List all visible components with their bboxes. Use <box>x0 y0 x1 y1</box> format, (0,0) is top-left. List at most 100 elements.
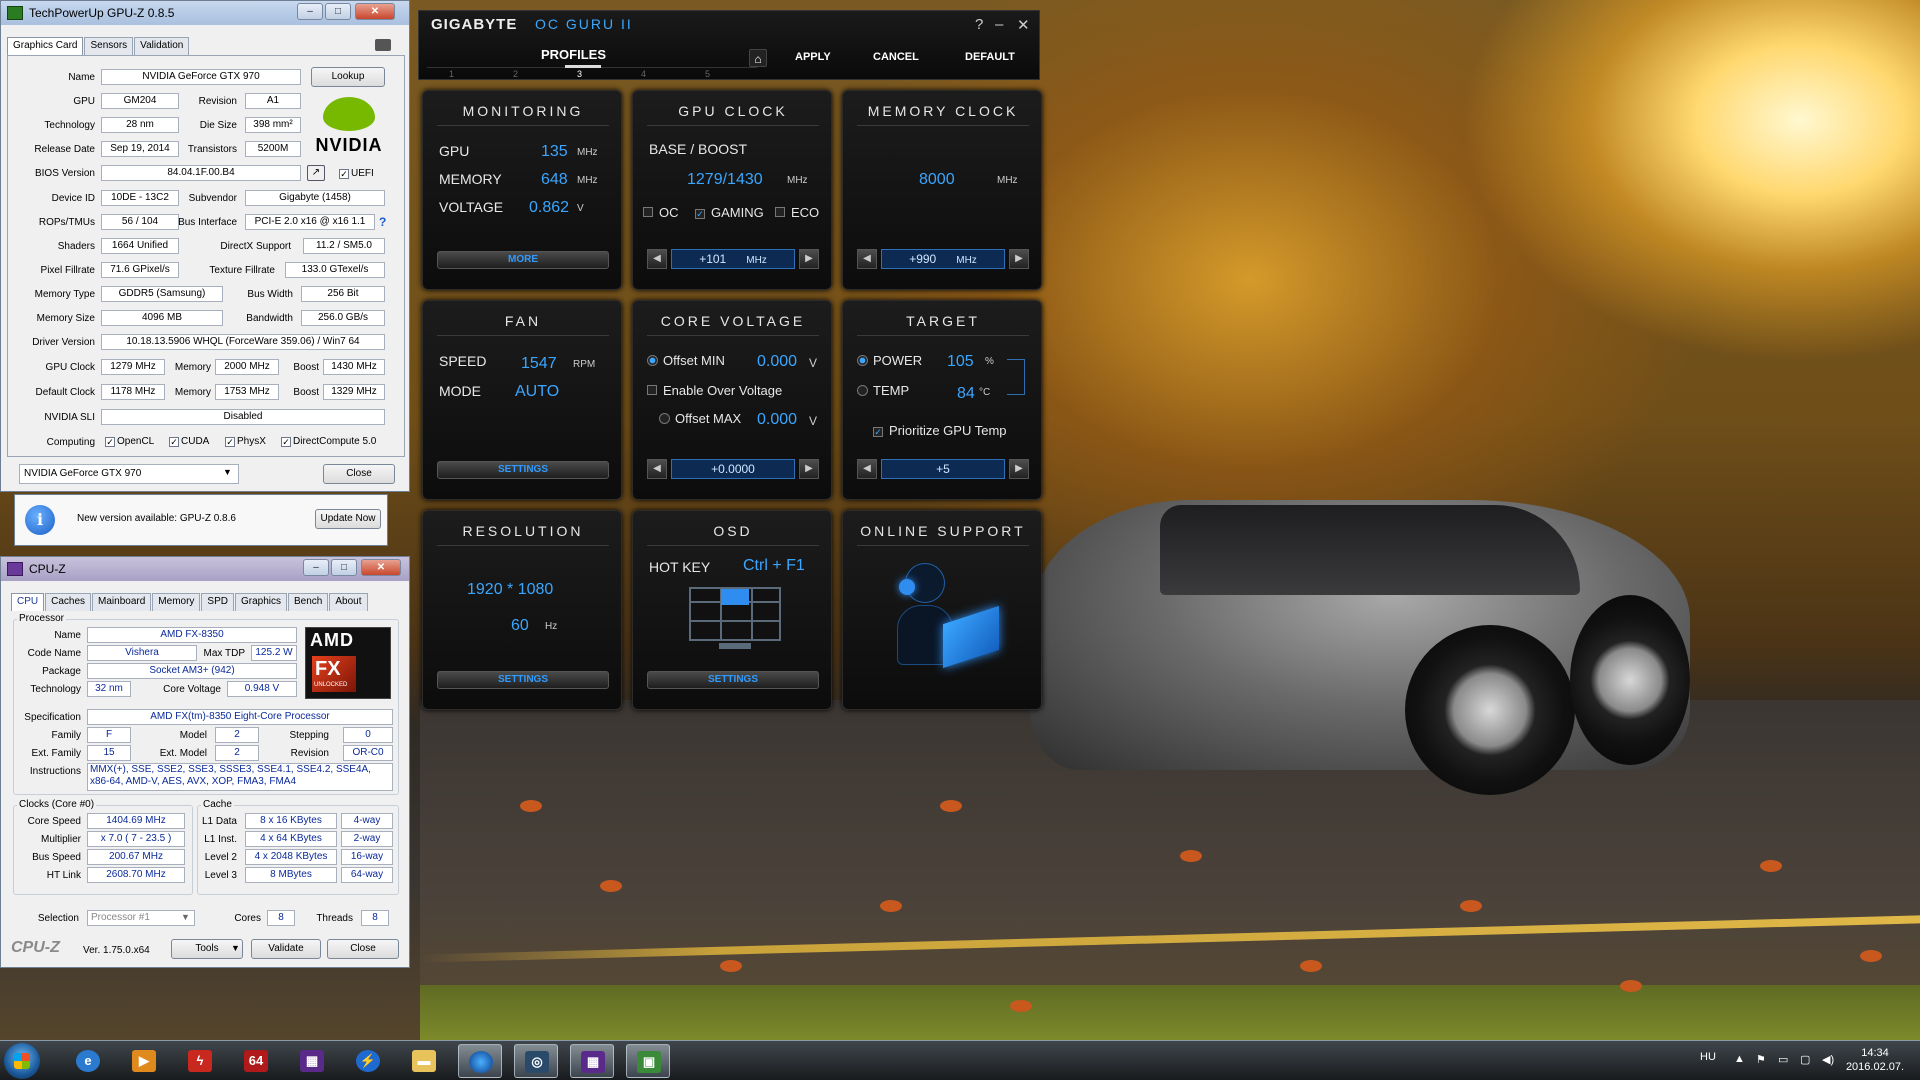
cpuz-titlebar[interactable]: CPU-Z – □ ✕ <box>1 557 409 581</box>
network-icon[interactable]: ▭ <box>1778 1053 1788 1066</box>
minimize-button[interactable]: – <box>303 559 329 576</box>
maximize-button[interactable]: □ <box>331 559 357 576</box>
gpuz-titlebar[interactable]: TechPowerUp GPU-Z 0.8.5 – □ ✕ <box>1 1 409 25</box>
offset-max-radio[interactable]: Offset MAX <box>659 411 741 426</box>
profile-5-button[interactable]: 5 <box>705 69 710 79</box>
gpuz-close-button[interactable]: Close <box>323 464 395 484</box>
bus-speed-value: 200.67 MHz <box>87 849 185 865</box>
power-target-radio[interactable]: POWER <box>857 353 922 368</box>
link-bracket-icon[interactable] <box>1007 359 1025 395</box>
temp-target-radio[interactable]: TEMP <box>857 383 909 398</box>
system-clock[interactable]: 14:34 2016.02.07. <box>1840 1046 1910 1074</box>
update-now-button[interactable]: Update Now <box>315 509 381 529</box>
chevron-down-icon[interactable]: ▼ <box>181 912 190 922</box>
taskbar-aida64[interactable]: 64 <box>234 1044 278 1078</box>
osd-settings-button[interactable]: SETTINGS <box>647 671 819 689</box>
minimize-button[interactable]: – <box>995 16 1003 33</box>
target-spinner-value[interactable]: +5 <box>881 459 1005 479</box>
cancel-button[interactable]: CANCEL <box>873 51 919 63</box>
processor-group-title: Processor <box>17 613 67 624</box>
tab-validation[interactable]: Validation <box>134 37 190 55</box>
show-hidden-icons-icon[interactable]: ▲ <box>1734 1053 1745 1065</box>
action-center-flag-icon[interactable]: ⚑ <box>1756 1053 1766 1066</box>
tab-mainboard[interactable]: Mainboard <box>92 593 152 611</box>
help-button[interactable]: ? <box>975 16 983 33</box>
taskbar-ocguru[interactable] <box>458 1044 502 1078</box>
gpu-clock-offset-value[interactable]: +101 MHz <box>671 249 795 269</box>
tab-memory[interactable]: Memory <box>152 593 201 611</box>
oc-mode-checkbox[interactable]: OC <box>643 205 679 220</box>
tab-cpu[interactable]: CPU <box>11 593 45 611</box>
fx-text: FX <box>315 658 341 680</box>
share-icon[interactable]: ↗ <box>307 165 325 181</box>
tab-about[interactable]: About <box>329 593 368 611</box>
chevron-down-icon[interactable]: ▼ <box>223 467 232 477</box>
taskbar-cpuz[interactable]: ▦ <box>290 1044 334 1078</box>
selection-dropdown[interactable]: Processor #1 <box>87 910 195 926</box>
tab-caches[interactable]: Caches <box>45 593 92 611</box>
decrease-arrow-icon[interactable]: ◀ <box>857 249 877 269</box>
wallpaper-leaf <box>1300 960 1322 972</box>
increase-arrow-icon[interactable]: ▶ <box>1009 249 1029 269</box>
taskbar-explorer[interactable]: ▬ <box>402 1044 446 1078</box>
fan-settings-button[interactable]: SETTINGS <box>437 461 609 479</box>
maximize-button[interactable]: □ <box>325 3 351 20</box>
taskbar-gpuz[interactable]: ◎ <box>514 1044 558 1078</box>
core-voltage-spinner-value[interactable]: +0.0000 <box>671 459 795 479</box>
decrease-arrow-icon[interactable]: ◀ <box>647 459 667 479</box>
validate-button[interactable]: Validate <box>251 939 321 959</box>
profile-4-button[interactable]: 4 <box>641 69 646 79</box>
online-support-panel[interactable]: ONLINE SUPPORT <box>842 510 1042 710</box>
resolution-settings-button[interactable]: SETTINGS <box>437 671 609 689</box>
taskbar-cpuz-window[interactable]: ▦ <box>570 1044 614 1078</box>
uefi-checkbox[interactable]: ✓ UEFI <box>339 168 374 179</box>
close-button[interactable]: ✕ <box>1017 16 1030 34</box>
bus-help-icon[interactable]: ? <box>379 215 386 229</box>
amd-wordmark: AMD <box>310 630 354 650</box>
language-indicator[interactable]: HU <box>1700 1051 1716 1063</box>
tab-graphics[interactable]: Graphics <box>234 593 287 611</box>
increase-arrow-icon[interactable]: ▶ <box>799 249 819 269</box>
more-button[interactable]: MORE <box>437 251 609 269</box>
apply-button[interactable]: APPLY <box>795 51 831 63</box>
taskbar-ie[interactable]: e <box>66 1044 110 1078</box>
profiles-label: PROFILES <box>541 47 607 62</box>
tools-chevron-icon[interactable]: ▼ <box>231 943 240 953</box>
minimize-button[interactable]: – <box>297 3 323 20</box>
memory-clock-offset-value[interactable]: +990 MHz <box>881 249 1005 269</box>
profile-1-button[interactable]: 1 <box>449 69 454 79</box>
oc-guru-header[interactable]: GIGABYTE OC GURU II ? – ✕ PROFILES 1 2 3… <box>418 10 1040 80</box>
increase-arrow-icon[interactable]: ▶ <box>1009 459 1029 479</box>
decrease-arrow-icon[interactable]: ◀ <box>647 249 667 269</box>
camera-icon[interactable] <box>375 39 391 51</box>
gaming-mode-checkbox[interactable]: ✓ GAMING <box>695 205 764 220</box>
increase-arrow-icon[interactable]: ▶ <box>799 459 819 479</box>
prioritize-gpu-temp-checkbox[interactable]: ✓ Prioritize GPU Temp <box>873 423 1007 438</box>
tab-sensors[interactable]: Sensors <box>84 37 134 55</box>
volume-icon[interactable]: ◀) <box>1822 1053 1834 1066</box>
taskbar-app-bolt[interactable]: ⚡ <box>346 1044 390 1078</box>
display-icon[interactable]: ▢ <box>1800 1053 1810 1066</box>
profile-3-button[interactable]: 3 <box>577 69 582 79</box>
fan-speed-label: SPEED <box>439 353 487 369</box>
card-select-dropdown[interactable]: NVIDIA GeForce GTX 970 <box>19 464 239 484</box>
eco-mode-checkbox[interactable]: ECO <box>775 205 819 220</box>
lookup-button[interactable]: Lookup <box>311 67 385 87</box>
close-button[interactable]: ✕ <box>361 559 401 576</box>
close-button[interactable]: ✕ <box>355 3 395 20</box>
default-button[interactable]: DEFAULT <box>965 51 1015 63</box>
stepping-label: Stepping <box>289 730 329 741</box>
tab-graphics-card[interactable]: Graphics Card <box>7 37 84 55</box>
tab-spd[interactable]: SPD <box>201 593 234 611</box>
enable-over-voltage-checkbox[interactable]: Enable Over Voltage <box>647 383 782 398</box>
taskbar-app-red[interactable]: ϟ <box>178 1044 222 1078</box>
save-profile-icon[interactable]: ⌂ <box>749 49 767 67</box>
start-button[interactable] <box>4 1043 40 1079</box>
taskbar-media-player[interactable]: ▶ <box>122 1044 166 1078</box>
cpuz-close-button[interactable]: Close <box>327 939 399 959</box>
offset-min-radio[interactable]: Offset MIN <box>647 353 725 368</box>
taskbar-image-viewer[interactable]: ▣ <box>626 1044 670 1078</box>
tab-bench[interactable]: Bench <box>288 593 329 611</box>
decrease-arrow-icon[interactable]: ◀ <box>857 459 877 479</box>
profile-2-button[interactable]: 2 <box>513 69 518 79</box>
